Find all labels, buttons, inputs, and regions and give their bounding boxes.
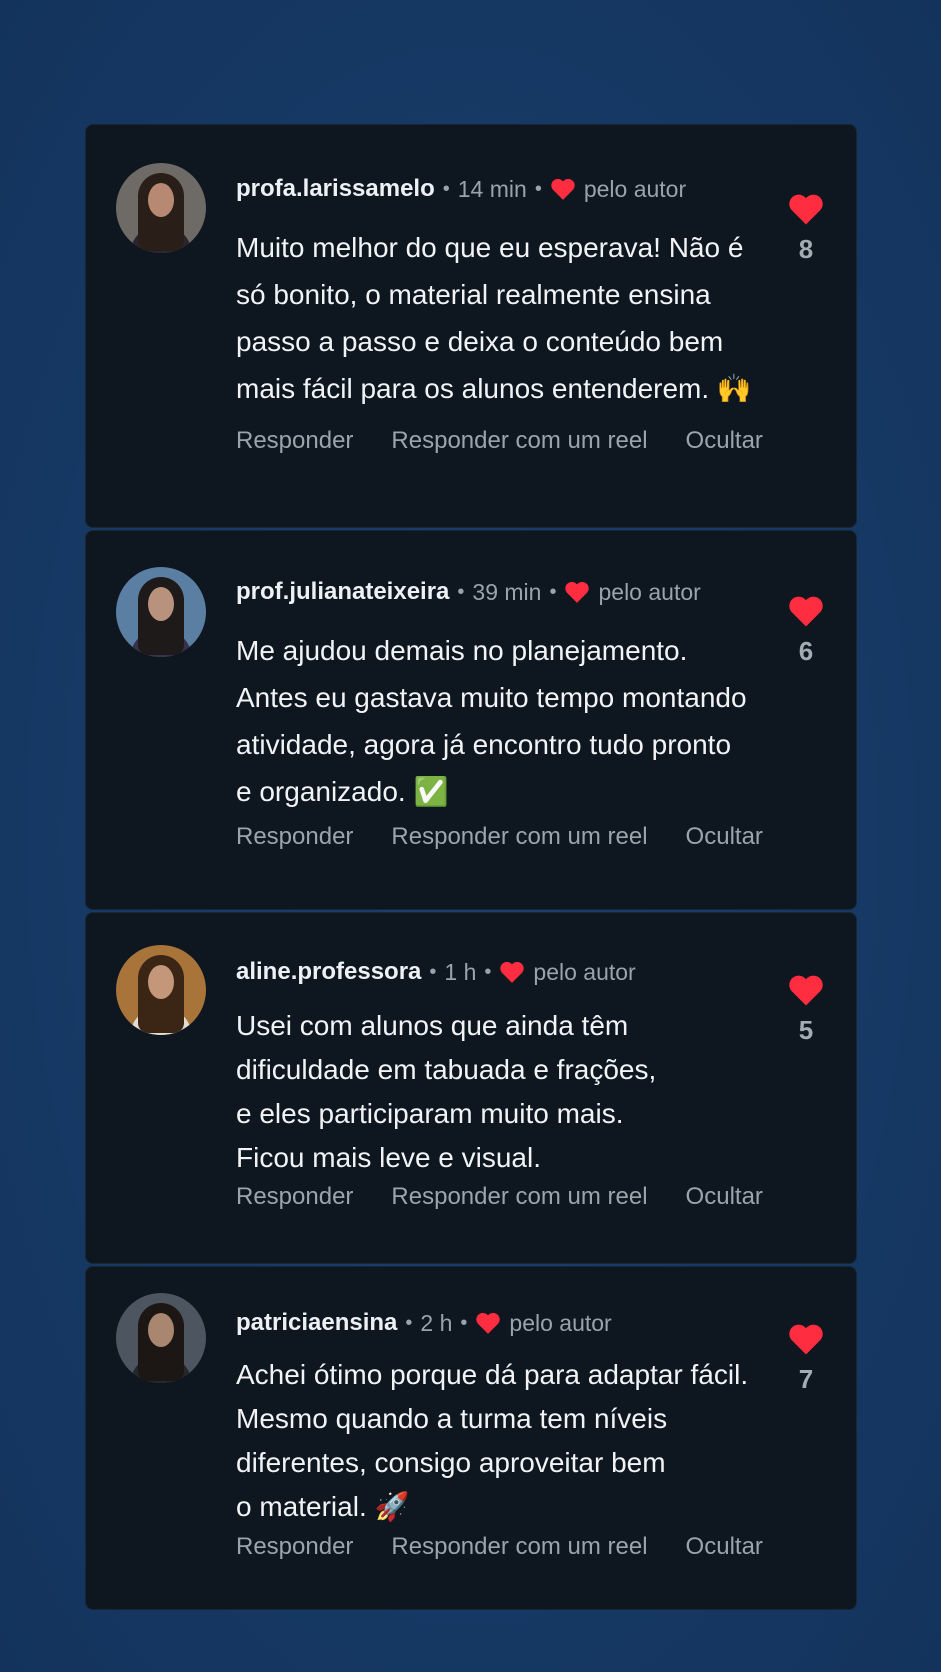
username[interactable]: profa.larissamelo [236,175,435,203]
reply-button[interactable]: Responder [236,1183,353,1211]
hide-button[interactable]: Ocultar [686,427,763,455]
like-count: 8 [798,234,814,264]
comment-header: prof.julianateixeira • 39 min • pelo aut… [236,577,701,607]
comment-header: patriciaensina • 2 h • pelo autor [236,1308,612,1338]
username[interactable]: aline.professora [236,958,421,986]
comment-text: Achei ótimo porque dá para adaptar fácil… [236,1359,749,1522]
heart-icon [500,961,525,983]
reply-button[interactable]: Responder [236,427,353,455]
separator-dot: • [484,960,492,983]
reply-button[interactable]: Responder [236,1533,353,1561]
avatar[interactable] [116,567,206,657]
separator-dot: • [534,177,542,200]
timestamp: 2 h [420,1309,453,1336]
heart-icon [565,581,590,603]
like-heart-icon[interactable] [787,1322,825,1356]
like-heart-icon[interactable] [787,973,825,1007]
reply-with-reel-button[interactable]: Responder com um reel [391,1533,647,1561]
comment-header: profa.larissamelo • 14 min • pelo autor [236,174,686,204]
separator-dot: • [457,580,465,603]
liked-by-author-label: pelo autor [583,175,687,202]
comment-text: Usei com alunos que ainda têm dificuldad… [236,1010,657,1173]
comment-text: Muito melhor do que eu esperava! Não é s… [236,232,752,404]
avatar[interactable] [116,945,206,1035]
separator-dot: • [405,1311,413,1334]
comment-list: profa.larissamelo • 14 min • pelo autor … [85,124,857,1612]
timestamp: 14 min [457,175,527,202]
like-column: 5 [784,973,828,1046]
comment-actions: Responder Responder com um reel Ocultar [236,1533,763,1561]
comment-actions: Responder Responder com um reel Ocultar [236,427,763,455]
separator-dot: • [429,960,437,983]
timestamp: 1 h [444,958,477,985]
like-count: 7 [798,1364,814,1394]
like-heart-icon[interactable] [787,594,825,628]
liked-by-author-label: pelo autor [598,578,701,605]
timestamp: 39 min [472,578,542,605]
like-column: 6 [784,594,828,667]
reply-with-reel-button[interactable]: Responder com um reel [391,1183,647,1211]
heart-icon [476,1312,501,1334]
hide-button[interactable]: Ocultar [686,1183,763,1211]
like-column: 7 [784,1322,828,1395]
comment-card: prof.julianateixeira • 39 min • pelo aut… [85,530,857,910]
comment-card: patriciaensina • 2 h • pelo autor Achei … [85,1266,857,1610]
avatar[interactable] [116,1293,206,1383]
hide-button[interactable]: Ocultar [686,823,763,851]
like-heart-icon[interactable] [787,192,825,226]
reply-button[interactable]: Responder [236,823,353,851]
comment-header: aline.professora • 1 h • pelo autor [236,957,636,987]
username[interactable]: prof.julianateixeira [236,578,449,606]
like-count: 6 [798,636,814,666]
separator-dot: • [460,1311,468,1334]
like-column: 8 [784,192,828,265]
separator-dot: • [549,580,557,603]
comments-page: profa.larissamelo • 14 min • pelo autor … [0,0,941,1672]
liked-by-author-label: pelo autor [533,958,636,985]
reply-with-reel-button[interactable]: Responder com um reel [391,823,647,851]
comment-card: aline.professora • 1 h • pelo autor Usei… [85,912,857,1264]
avatar[interactable] [116,163,206,253]
comment-text: Me ajudou demais no planejamento. Antes … [236,635,747,807]
separator-dot: • [442,177,450,200]
comment-actions: Responder Responder com um reel Ocultar [236,1183,763,1211]
comment-card: profa.larissamelo • 14 min • pelo autor … [85,124,857,528]
reply-with-reel-button[interactable]: Responder com um reel [391,427,647,455]
like-count: 5 [798,1015,814,1045]
hide-button[interactable]: Ocultar [686,1533,763,1561]
comment-actions: Responder Responder com um reel Ocultar [236,823,763,851]
username[interactable]: patriciaensina [236,1309,397,1337]
heart-icon [551,178,575,200]
liked-by-author-label: pelo autor [509,1309,612,1336]
